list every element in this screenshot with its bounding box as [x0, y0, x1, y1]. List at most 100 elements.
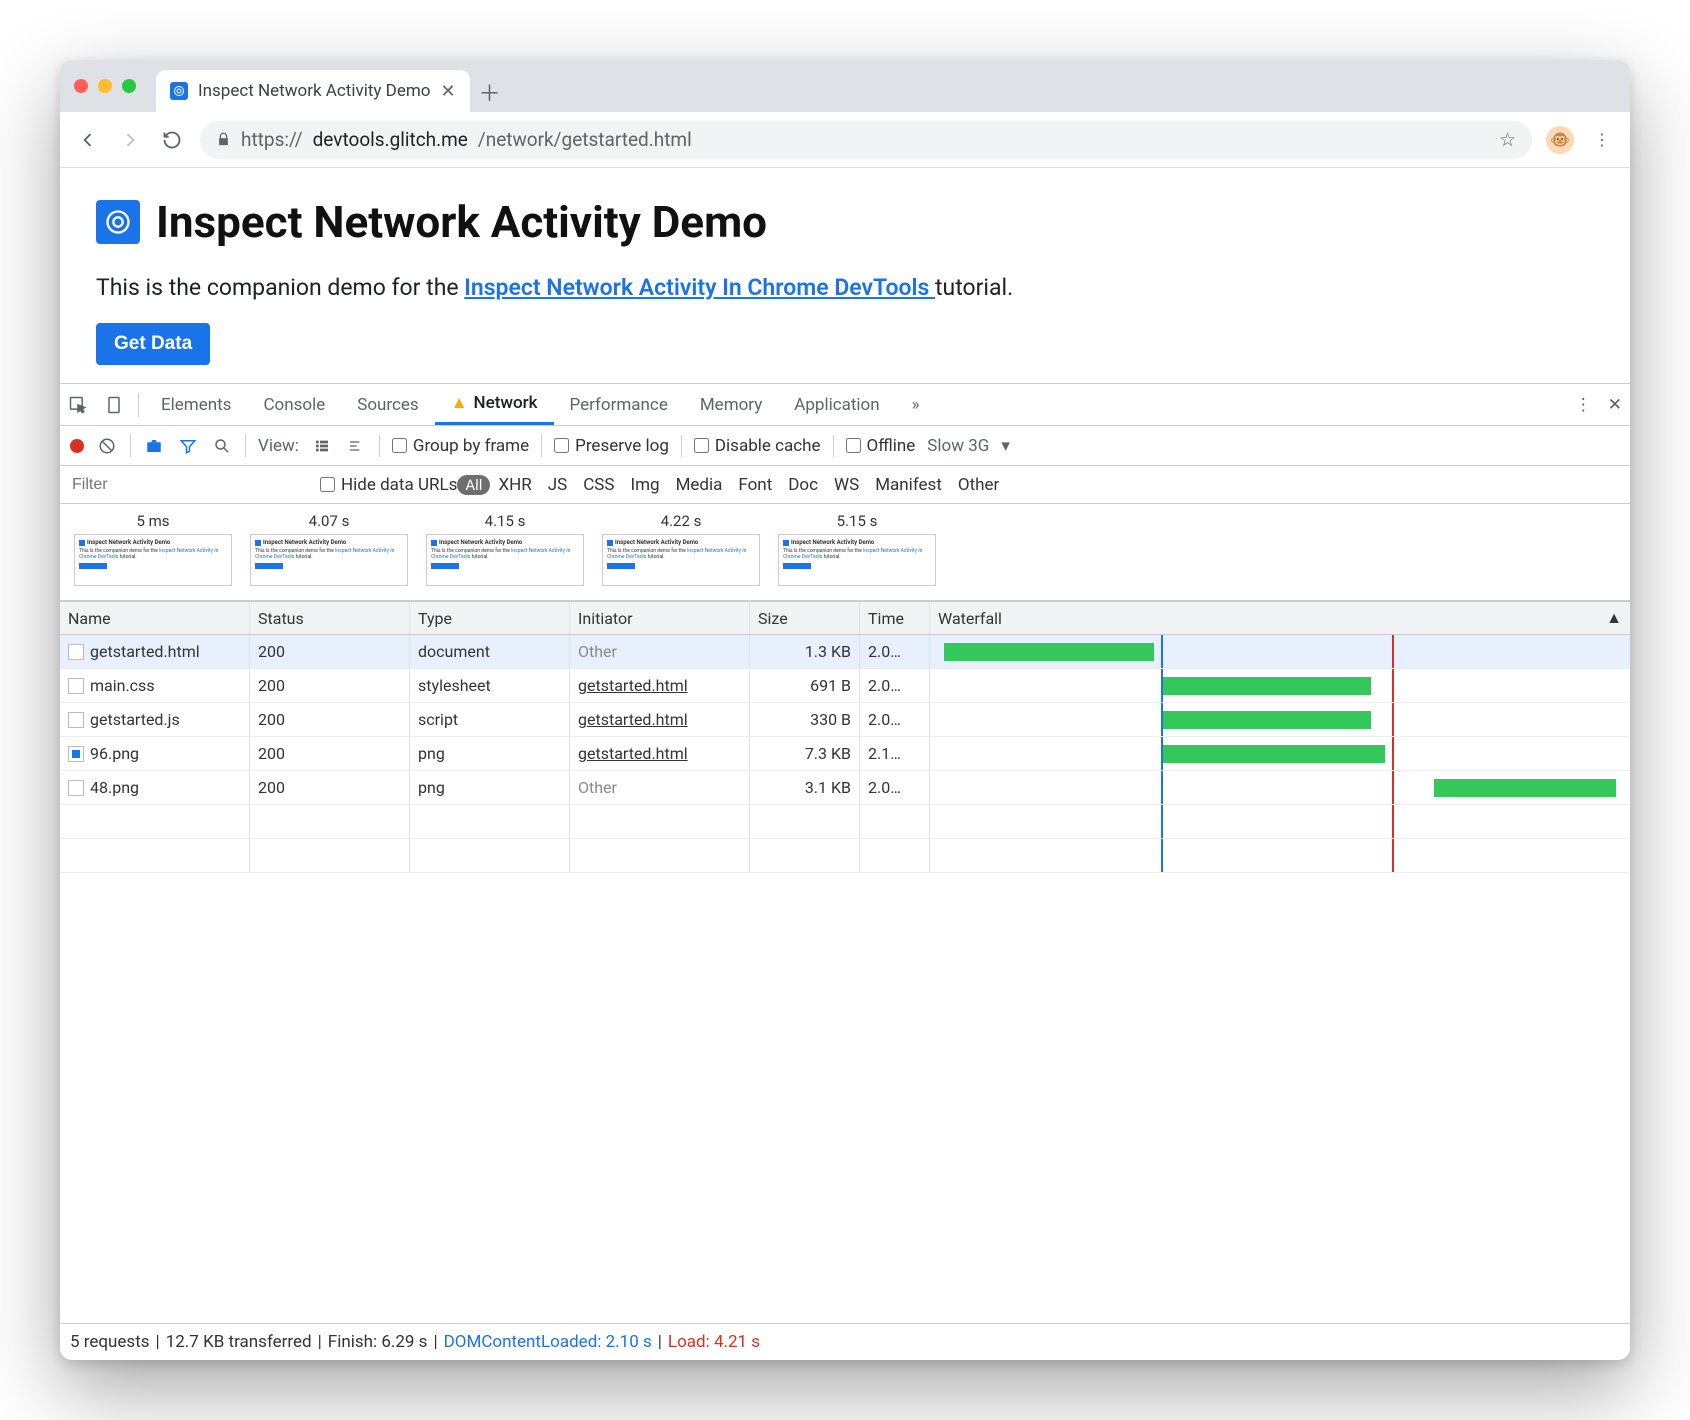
filmstrip-frame[interactable]: 5 msInspect Network Activity DemoThis is…	[74, 512, 232, 586]
initiator-link[interactable]: getstarted.html	[578, 710, 688, 729]
network-toolbar: View: Group by frame Preserve log Disabl…	[60, 426, 1630, 466]
filmstrip: 5 msInspect Network Activity DemoThis is…	[60, 504, 1630, 601]
network-table: NameStatusTypeInitiatorSizeTimeWaterfall…	[60, 601, 1630, 1324]
address-bar[interactable]: https://devtools.glitch.me/network/getst…	[200, 121, 1532, 159]
table-row[interactable]: 96.png200pnggetstarted.html7.3 KB2.1…	[60, 737, 1630, 771]
summary-requests: 5 requests	[70, 1332, 150, 1352]
hide-data-urls-checkbox[interactable]: Hide data URLs	[320, 475, 457, 495]
profile-avatar[interactable]: 🐵	[1546, 126, 1574, 154]
offline-checkbox[interactable]: Offline	[846, 436, 916, 456]
filter-img[interactable]: Img	[622, 475, 667, 495]
initiator-link[interactable]: getstarted.html	[578, 744, 688, 763]
warning-icon: ▲	[451, 393, 468, 413]
filmstrip-frame[interactable]: 4.15 sInspect Network Activity DemoThis …	[426, 512, 584, 586]
devtools-panel: ElementsConsoleSources▲NetworkPerformanc…	[60, 383, 1630, 1360]
minimize-window-button[interactable]	[98, 79, 112, 93]
filter-ws[interactable]: WS	[826, 475, 867, 495]
device-toolbar-icon[interactable]	[96, 395, 132, 415]
forward-button[interactable]	[116, 126, 144, 154]
record-button[interactable]	[70, 439, 84, 453]
devtools-tab-console[interactable]: Console	[247, 384, 341, 425]
lock-icon	[216, 132, 231, 147]
column-waterfall[interactable]: Waterfall▲	[930, 602, 1630, 634]
clear-button[interactable]	[96, 437, 118, 455]
devtools-tab-performance[interactable]: Performance	[554, 384, 684, 425]
network-filter-bar: Hide data URLs All XHRJSCSSImgMediaFontD…	[60, 466, 1630, 504]
devtools-tab-sources[interactable]: Sources	[341, 384, 434, 425]
waterfall-cell	[930, 737, 1630, 770]
filmstrip-frame[interactable]: 4.07 sInspect Network Activity DemoThis …	[250, 512, 408, 586]
filter-input[interactable]	[60, 466, 320, 503]
devtools-tab-network[interactable]: ▲Network	[435, 384, 554, 425]
chevron-down-icon[interactable]: ▾	[1001, 436, 1010, 456]
throttling-select[interactable]: Slow 3G	[927, 436, 989, 456]
filter-icon[interactable]	[177, 437, 199, 455]
devtools-settings-icon[interactable]: ⋮	[1567, 395, 1600, 415]
filmstrip-frame[interactable]: 5.15 sInspect Network Activity DemoThis …	[778, 512, 936, 586]
tutorial-link[interactable]: Inspect Network Activity In Chrome DevTo…	[464, 274, 935, 301]
tab-title: Inspect Network Activity Demo	[198, 81, 430, 101]
initiator-link: Other	[578, 642, 617, 661]
devtools-more-tabs[interactable]: »	[896, 384, 936, 425]
disable-cache-checkbox[interactable]: Disable cache	[694, 436, 821, 456]
devtools-tab-elements[interactable]: Elements	[145, 384, 247, 425]
window-controls	[74, 79, 136, 93]
summary-finish: Finish: 6.29 s	[328, 1332, 428, 1352]
overview-icon[interactable]	[345, 438, 367, 454]
initiator-link: Other	[578, 778, 617, 797]
filter-doc[interactable]: Doc	[780, 475, 826, 495]
table-row[interactable]: getstarted.js200scriptgetstarted.html330…	[60, 703, 1630, 737]
column-status[interactable]: Status	[250, 602, 410, 634]
column-time[interactable]: Time	[860, 602, 930, 634]
browser-tab[interactable]: Inspect Network Activity Demo ✕	[156, 70, 470, 112]
table-row[interactable]: getstarted.html200documentOther1.3 KB2.0…	[60, 635, 1630, 669]
devtools-close-icon[interactable]: ✕	[1600, 395, 1630, 415]
preserve-log-checkbox[interactable]: Preserve log	[554, 436, 669, 456]
filter-css[interactable]: CSS	[575, 475, 622, 495]
page-intro: This is the companion demo for the Inspe…	[96, 274, 1594, 301]
group-by-frame-checkbox[interactable]: Group by frame	[392, 436, 529, 456]
tab-close-button[interactable]: ✕	[440, 81, 455, 102]
page-logo-icon	[96, 200, 140, 244]
screenshots-icon[interactable]	[143, 437, 165, 455]
waterfall-cell	[930, 703, 1630, 736]
filter-xhr[interactable]: XHR	[490, 475, 539, 495]
back-button[interactable]	[74, 126, 102, 154]
column-type[interactable]: Type	[410, 602, 570, 634]
filmstrip-frame[interactable]: 4.22 sInspect Network Activity DemoThis …	[602, 512, 760, 586]
table-header[interactable]: NameStatusTypeInitiatorSizeTimeWaterfall…	[60, 601, 1630, 635]
file-icon	[68, 644, 84, 660]
devtools-tab-memory[interactable]: Memory	[684, 384, 778, 425]
initiator-link[interactable]: getstarted.html	[578, 676, 688, 695]
search-icon[interactable]	[211, 437, 233, 455]
filter-js[interactable]: JS	[540, 475, 575, 495]
file-icon	[68, 746, 84, 762]
url-domain: devtools.glitch.me	[313, 128, 468, 151]
filter-media[interactable]: Media	[668, 475, 731, 495]
bookmark-button[interactable]: ☆	[1499, 128, 1516, 151]
get-data-button[interactable]: Get Data	[96, 323, 210, 365]
new-tab-button[interactable]: ＋	[470, 72, 510, 112]
url-path: /network/getstarted.html	[478, 128, 692, 151]
filter-font[interactable]: Font	[730, 475, 780, 495]
network-summary: 5 requests | 12.7 KB transferred | Finis…	[60, 1324, 1630, 1360]
waterfall-cell	[930, 635, 1630, 668]
maximize-window-button[interactable]	[122, 79, 136, 93]
devtools-tab-application[interactable]: Application	[778, 384, 895, 425]
table-row[interactable]: 48.png200pngOther3.1 KB2.0…	[60, 771, 1630, 805]
column-initiator[interactable]: Initiator	[570, 602, 750, 634]
page-heading: Inspect Network Activity Demo	[96, 196, 1594, 248]
filter-manifest[interactable]: Manifest	[867, 475, 950, 495]
column-size[interactable]: Size	[750, 602, 860, 634]
inspect-element-icon[interactable]	[60, 395, 96, 415]
filter-other[interactable]: Other	[950, 475, 1007, 495]
large-rows-icon[interactable]	[311, 438, 333, 454]
reload-button[interactable]	[158, 126, 186, 154]
file-icon	[68, 780, 84, 796]
close-window-button[interactable]	[74, 79, 88, 93]
devtools-tabbar: ElementsConsoleSources▲NetworkPerformanc…	[60, 384, 1630, 426]
browser-menu-button[interactable]: ⋮	[1588, 126, 1616, 154]
column-name[interactable]: Name	[60, 602, 250, 634]
filter-all[interactable]: All	[457, 475, 490, 495]
table-row[interactable]: main.css200stylesheetgetstarted.html691 …	[60, 669, 1630, 703]
